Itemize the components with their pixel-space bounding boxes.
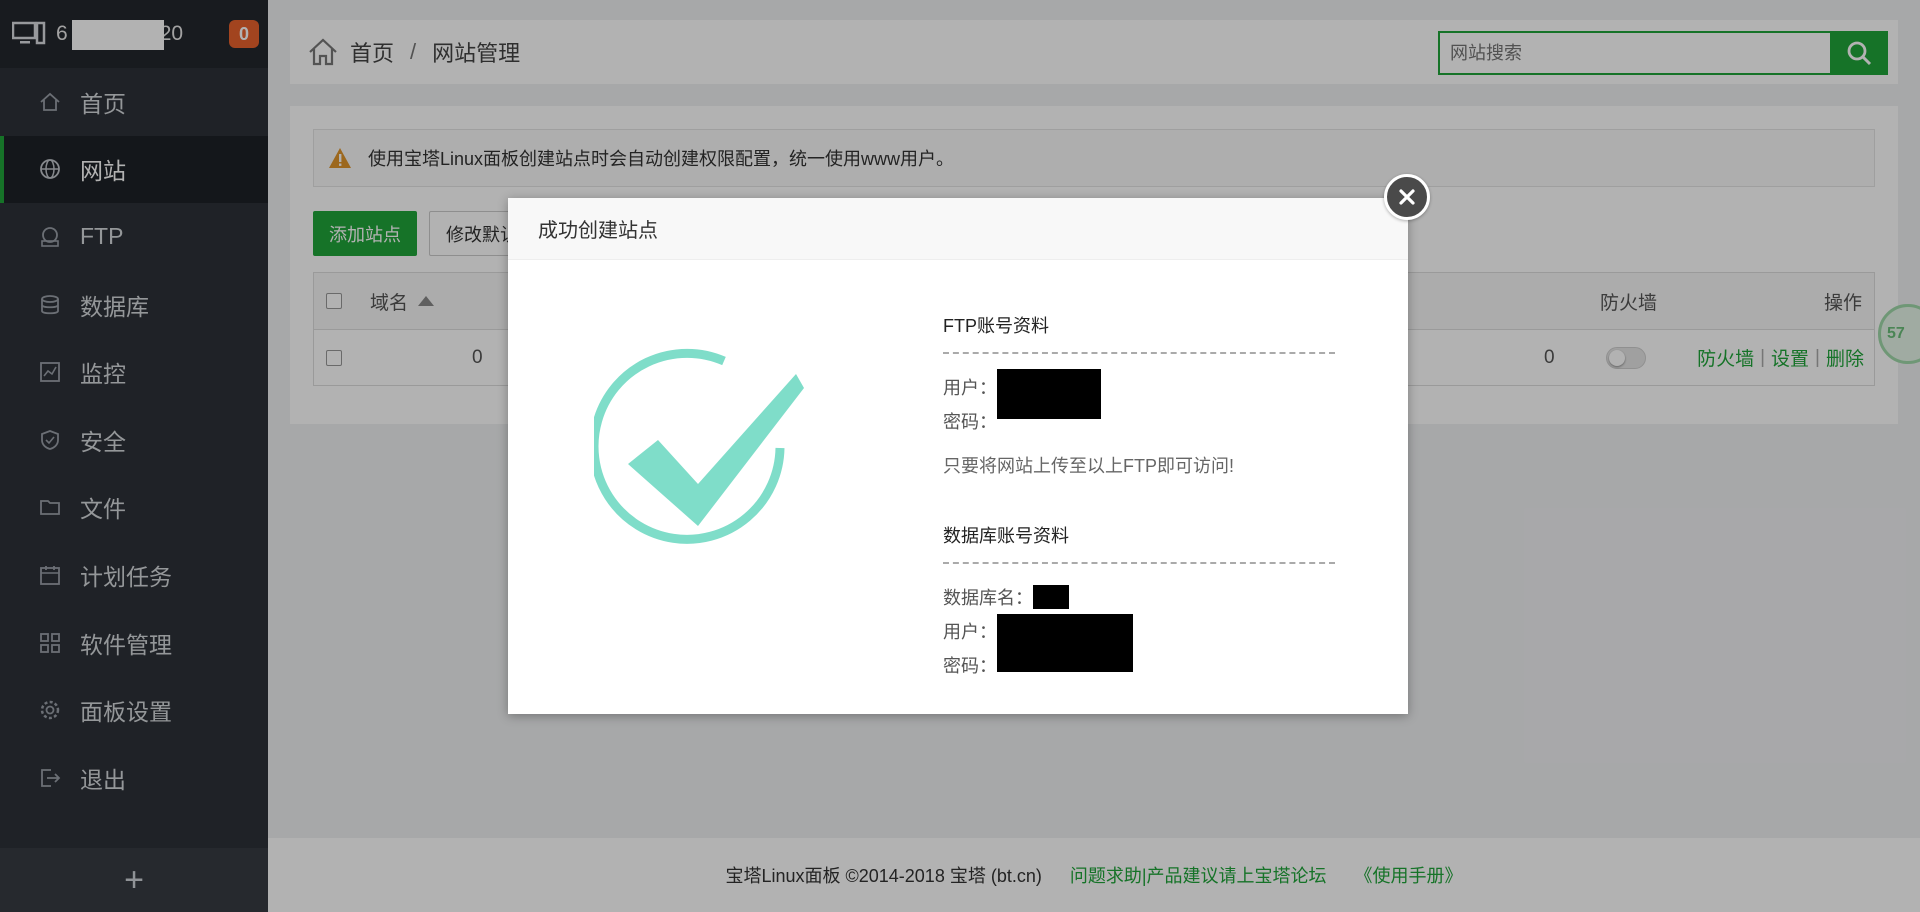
dialog-title: 成功创建站点 <box>508 198 1408 260</box>
db-user-row: 用户： <box>943 614 1335 648</box>
ftp-note: 只要将网站上传至以上FTP即可访问! <box>943 452 1335 478</box>
site-created-dialog: 成功创建站点 FTP账号资料 用户： 密码： 只要将网站上传至以上FTP即可访问… <box>508 198 1408 714</box>
redacted-db-name <box>1033 585 1069 609</box>
db-name-row: 数据库名： <box>943 580 1335 614</box>
db-section-title: 数据库账号资料 <box>943 522 1335 564</box>
redacted-db-credentials <box>997 614 1133 672</box>
redacted-ftp-user <box>997 369 1101 419</box>
close-icon <box>1397 187 1417 207</box>
ftp-user-row: 用户： <box>943 370 1335 404</box>
close-button[interactable] <box>1384 174 1430 220</box>
account-info: FTP账号资料 用户： 密码： 只要将网站上传至以上FTP即可访问! 数据库账号… <box>943 312 1335 682</box>
ftp-section-title: FTP账号资料 <box>943 312 1335 354</box>
success-check-icon <box>594 336 814 556</box>
